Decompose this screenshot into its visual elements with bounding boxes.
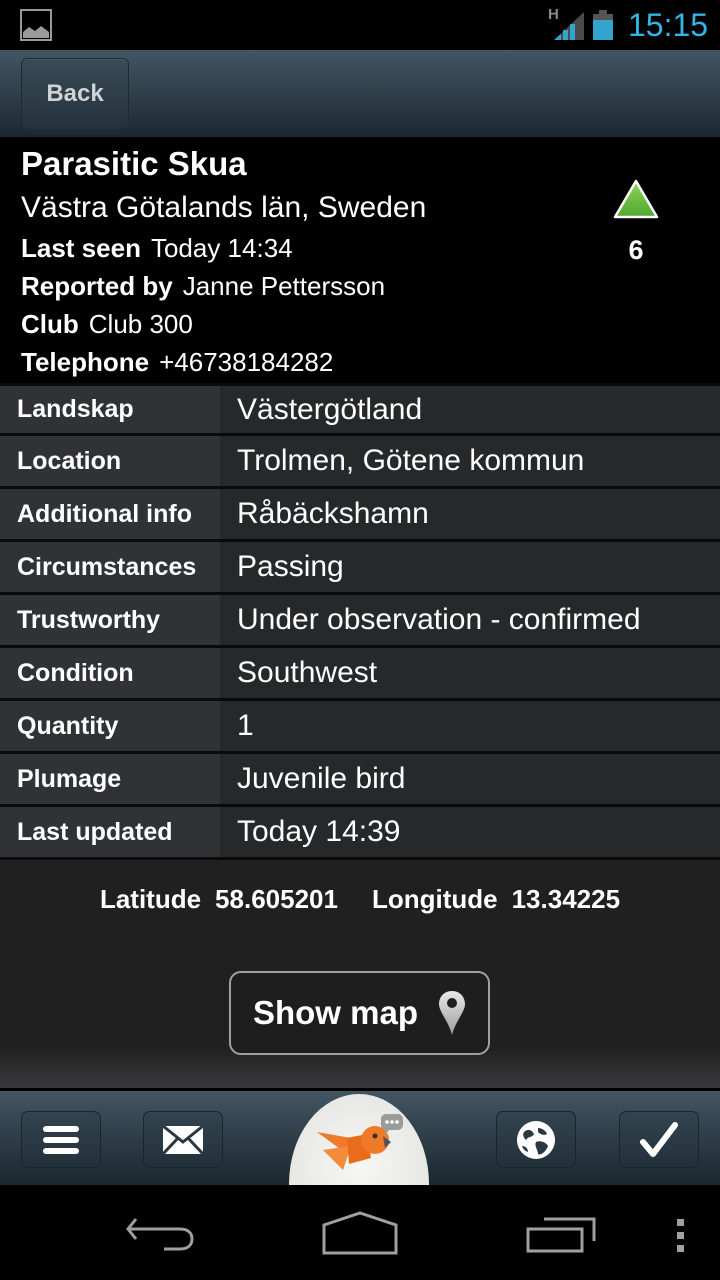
longitude-value: 13.34225	[511, 884, 621, 914]
orange-bird-logo-icon	[317, 1114, 403, 1170]
telephone-value[interactable]: +46738184282	[159, 347, 333, 377]
signal-icon	[554, 12, 584, 40]
row-label: Additional info	[0, 489, 220, 539]
coordinates: Latitude 58.605201 Longitude 13.34225	[0, 884, 720, 915]
longitude-label: Longitude	[371, 884, 498, 914]
app-logo-button[interactable]	[289, 1094, 429, 1186]
telephone-line[interactable]: Telephone +46738184282	[21, 347, 333, 378]
details-table: Landskap Västergötland Location Trolmen,…	[0, 383, 720, 860]
row-value: Råbäckshamn	[220, 489, 720, 539]
action-bar: Back	[0, 50, 720, 137]
web-button[interactable]	[496, 1111, 576, 1168]
globe-icon	[517, 1120, 555, 1159]
overflow-menu-icon[interactable]	[676, 1219, 686, 1253]
last-seen-label: Last seen	[21, 233, 141, 263]
table-row: Quantity 1	[0, 701, 720, 754]
show-map-button[interactable]: Show map	[229, 971, 490, 1055]
nav-home-icon[interactable]	[322, 1211, 398, 1255]
row-label: Last updated	[0, 807, 220, 857]
species-title: Parasitic Skua	[21, 145, 247, 182]
menu-icon	[43, 1125, 79, 1154]
system-nav-bar	[0, 1185, 720, 1280]
row-value: Passing	[220, 542, 720, 592]
row-label: Plumage	[0, 754, 220, 804]
last-seen-value: Today 14:34	[150, 233, 293, 263]
status-bar: H 15:15	[0, 0, 720, 50]
row-value: Västergötland	[220, 386, 720, 433]
club-line: Club Club 300	[21, 309, 193, 340]
reported-by-label: Reported by	[21, 271, 173, 301]
checkmark-icon	[640, 1121, 678, 1157]
mail-button[interactable]	[143, 1111, 223, 1168]
row-label: Quantity	[0, 701, 220, 751]
rank-value: 6	[628, 235, 644, 265]
row-value: Today 14:39	[220, 807, 720, 857]
table-row: Additional info Råbäckshamn	[0, 489, 720, 542]
reported-by-line: Reported by Janne Pettersson	[21, 271, 385, 302]
mail-icon	[163, 1125, 203, 1154]
map-pin-icon	[439, 991, 466, 1035]
latitude-label: Latitude	[99, 884, 202, 914]
table-row: Trustworthy Under observation - confirme…	[0, 595, 720, 648]
last-seen-line: Last seen Today 14:34	[21, 233, 293, 264]
table-row: Circumstances Passing	[0, 542, 720, 595]
latitude-value: 58.605201	[215, 884, 338, 914]
table-row: Plumage Juvenile bird	[0, 754, 720, 807]
table-row: Condition Southwest	[0, 648, 720, 701]
reported-by-value: Janne Pettersson	[182, 271, 386, 301]
club-value: Club 300	[88, 309, 193, 339]
telephone-label: Telephone	[21, 347, 150, 377]
show-map-label: Show map	[252, 994, 419, 1031]
row-label: Circumstances	[0, 542, 220, 592]
green-up-triangle-icon	[613, 179, 659, 219]
row-value: Juvenile bird	[220, 754, 720, 804]
row-label: Trustworthy	[0, 595, 220, 645]
row-label: Location	[0, 436, 220, 486]
table-row: Location Trolmen, Götene kommun	[0, 436, 720, 489]
row-value: Under observation - confirmed	[220, 595, 720, 645]
back-button[interactable]: Back	[21, 58, 129, 130]
row-label: Condition	[0, 648, 220, 698]
clock: 15:15	[628, 7, 709, 43]
row-value: Trolmen, Götene kommun	[220, 436, 720, 486]
nav-back-icon[interactable]	[124, 1215, 196, 1255]
sighting-header: Parasitic Skua Västra Götalands län, Swe…	[0, 137, 720, 383]
row-label: Landskap	[0, 386, 220, 433]
row-value: Southwest	[220, 648, 720, 698]
confirm-button[interactable]	[619, 1111, 699, 1168]
region-text: Västra Götalands län, Sweden	[21, 191, 427, 224]
nav-recents-icon[interactable]	[526, 1217, 596, 1253]
table-row: Last updated Today 14:39	[0, 807, 720, 860]
gallery-image-icon	[20, 9, 52, 41]
table-row: Landskap Västergötland	[0, 383, 720, 436]
row-value: 1	[220, 701, 720, 751]
menu-button[interactable]	[21, 1111, 101, 1168]
battery-icon	[593, 10, 613, 40]
club-label: Club	[21, 309, 79, 339]
